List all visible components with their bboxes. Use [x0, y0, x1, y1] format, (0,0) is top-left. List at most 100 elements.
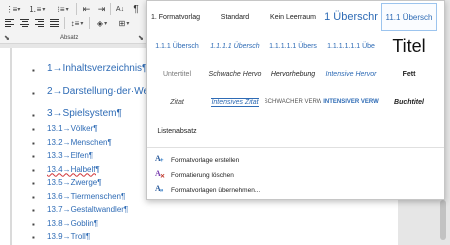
style-hervorhebung[interactable]: Hervorhebung	[265, 61, 321, 87]
style-schwacher-verweis[interactable]: Schwacher Verw	[265, 89, 321, 115]
style-tile-label: Zitat	[170, 98, 184, 106]
increase-indent-button[interactable]: ⇥	[95, 3, 108, 15]
bullet-marker: ▪	[32, 192, 35, 202]
list-item[interactable]: 13.2→Menschen¶	[47, 138, 112, 147]
bullet-marker: ▪	[32, 138, 35, 148]
multilevel-list-button[interactable]: ⁝≡ ▾	[52, 3, 74, 15]
style-tile-label: 1 Überschr	[324, 11, 378, 23]
bullet-marker: ▪	[32, 89, 35, 98]
style-intensiver-verweis[interactable]: Intensiver Verw	[323, 89, 379, 115]
style-intensive-hervorhebung[interactable]: Intensive Hervor	[323, 61, 379, 87]
list-item[interactable]: 13.7→Gestaltwandler¶	[47, 205, 128, 214]
decrease-indent-button[interactable]: ⇤	[80, 3, 93, 15]
style-formatvorlage[interactable]: 1. Formatvorlag	[149, 3, 205, 31]
bullets-button[interactable]: ⋮≡ ▾	[2, 3, 24, 15]
chevron-down-icon: ▾	[65, 6, 69, 13]
list-item[interactable]: 13.4→Halbelf¶	[47, 165, 100, 174]
style-fett[interactable]: Fett	[381, 61, 437, 87]
style-zitat[interactable]: Zitat	[149, 89, 205, 115]
style-tile-label: Kein Leerraum	[270, 13, 316, 21]
style-tile-label: 1.1.1.1.1 Übers	[269, 42, 317, 50]
clear-formatting-command[interactable]: A ✕ Formatierung löschen	[155, 169, 234, 181]
align-center-button[interactable]	[18, 17, 31, 29]
ribbon-paragraph-group: ⋮≡ ▾ ⒈≡ ▾ ⁝≡ ▾ ⇤ ⇥ A↓ ¶ ↕≡ ▾ ◈ ▾ ⊞ ▾ ⬊ A…	[0, 0, 148, 44]
style-ueberschrift-3[interactable]: 1.1.1 Übersch	[149, 32, 205, 60]
numbering-button[interactable]: ⒈≡ ▾	[26, 3, 48, 15]
style-tile-label: Listenabsatz	[157, 127, 197, 135]
separator	[89, 17, 90, 29]
align-center-icon	[20, 19, 29, 27]
chevron-down-icon: ▾	[80, 20, 84, 27]
shading-button[interactable]: ◈ ▾	[92, 17, 112, 29]
bullet-marker: ▪	[32, 165, 35, 175]
justify-button[interactable]	[48, 17, 61, 29]
style-kein-leerraum[interactable]: Kein Leerraum	[265, 3, 321, 31]
paragraph-launcher-icon[interactable]: ⬊	[138, 34, 144, 42]
apply-styles-command[interactable]: A» Formatvorlagen übernehmen...	[155, 184, 260, 196]
sort-button[interactable]: A↓	[113, 3, 127, 15]
list-item[interactable]: 13.8→Goblin¶	[47, 219, 98, 228]
bullets-icon: ⋮≡	[5, 4, 18, 14]
clear-formatting-icon: A ✕	[155, 169, 166, 180]
separator	[110, 3, 111, 15]
style-ueberschrift-1[interactable]: 1 Überschr	[323, 3, 379, 31]
style-tile-label: Intensiver Verw	[323, 99, 379, 105]
heading-paragraph[interactable]: 3→Spielsystem¶	[47, 108, 122, 119]
style-untertitel[interactable]: Untertitel	[149, 61, 205, 87]
style-tile-label: Untertitel	[162, 70, 191, 78]
command-label: Formatierung löschen	[171, 171, 234, 179]
show-formatting-marks-button[interactable]: ¶	[129, 3, 143, 15]
style-tile-label: 11.1 Übersch	[385, 12, 433, 22]
style-ueberschrift-6[interactable]: 1.1.1.1.1.1 Übe	[323, 32, 379, 60]
increase-indent-icon: ⇥	[97, 3, 106, 14]
style-tile-label: Intensive Hervor	[325, 70, 377, 78]
separator	[64, 17, 65, 29]
style-schwache-hervorhebung[interactable]: Schwache Hervo	[207, 61, 263, 87]
bullet-marker: ▪	[32, 111, 35, 120]
create-style-command[interactable]: A + Formatvorlage erstellen	[155, 154, 239, 166]
list-item[interactable]: 13.9→Troll¶	[47, 232, 90, 241]
borders-button[interactable]: ⊞ ▾	[114, 17, 134, 29]
vertical-ruler	[10, 48, 12, 245]
chevron-down-icon: ▾	[126, 20, 130, 27]
chevron-down-icon: ▾	[17, 6, 21, 13]
justify-icon	[50, 19, 59, 27]
list-item[interactable]: 13.3→Elfen¶	[47, 151, 93, 160]
styles-launcher-icon[interactable]: ⬊	[4, 34, 10, 42]
bullet-marker: ▪	[32, 179, 35, 188]
scrollbar-thumb[interactable]	[440, 200, 446, 240]
gallery-separator	[147, 147, 444, 148]
align-left-button[interactable]	[3, 17, 16, 29]
style-ueberschrift-4[interactable]: 1.1.1.1 Übersch	[207, 32, 263, 60]
decrease-indent-icon: ⇤	[82, 3, 91, 14]
align-right-button[interactable]	[33, 17, 46, 29]
style-tile-label: 1.1.1.1 Übersch	[210, 42, 260, 50]
style-tile-label: 1.1.1 Übersch	[155, 42, 199, 50]
chevron-down-icon: ▾	[42, 6, 46, 13]
style-tile-label: 1. Formatvorlag	[151, 13, 201, 21]
style-tile-label: Titel	[392, 35, 426, 56]
style-tile-label: Buchtitel	[394, 98, 424, 106]
bullet-marker: ▪	[32, 66, 35, 75]
heading-paragraph[interactable]: 2→Darstellung·der·We	[47, 86, 149, 97]
line-spacing-button[interactable]: ↕≡ ▾	[67, 17, 87, 29]
heading-paragraph[interactable]: 1→Inhaltsverzeichnis¶	[47, 63, 147, 74]
line-spacing-icon: ↕≡	[70, 18, 80, 28]
list-item[interactable]: 13.6→Tiermenschen¶	[47, 192, 125, 201]
style-listenabsatz[interactable]: Listenabsatz	[149, 118, 205, 144]
bullet-marker: ▪	[32, 125, 35, 134]
list-item[interactable]: 13.5→Zwerge¶	[47, 178, 102, 187]
style-buchtitel[interactable]: Buchtitel	[381, 89, 437, 115]
list-item[interactable]: 13.1→Völker¶	[47, 124, 98, 133]
style-standard[interactable]: Standard	[207, 3, 263, 31]
separator	[76, 3, 77, 15]
bullet-marker: ▪	[32, 206, 35, 215]
align-left-icon	[5, 19, 14, 27]
style-ueberschrift-2[interactable]: 11.1 Übersch	[381, 3, 437, 31]
style-titel[interactable]: Titel	[381, 32, 437, 60]
style-intensives-zitat[interactable]: Intensives Zitat	[207, 89, 263, 115]
paragraph-group-label: Absatz	[60, 35, 79, 41]
style-tile-label: Intensives Zitat	[211, 97, 259, 107]
style-ueberschrift-5[interactable]: 1.1.1.1.1 Übers	[265, 32, 321, 60]
bullet-marker: ▪	[32, 152, 35, 161]
